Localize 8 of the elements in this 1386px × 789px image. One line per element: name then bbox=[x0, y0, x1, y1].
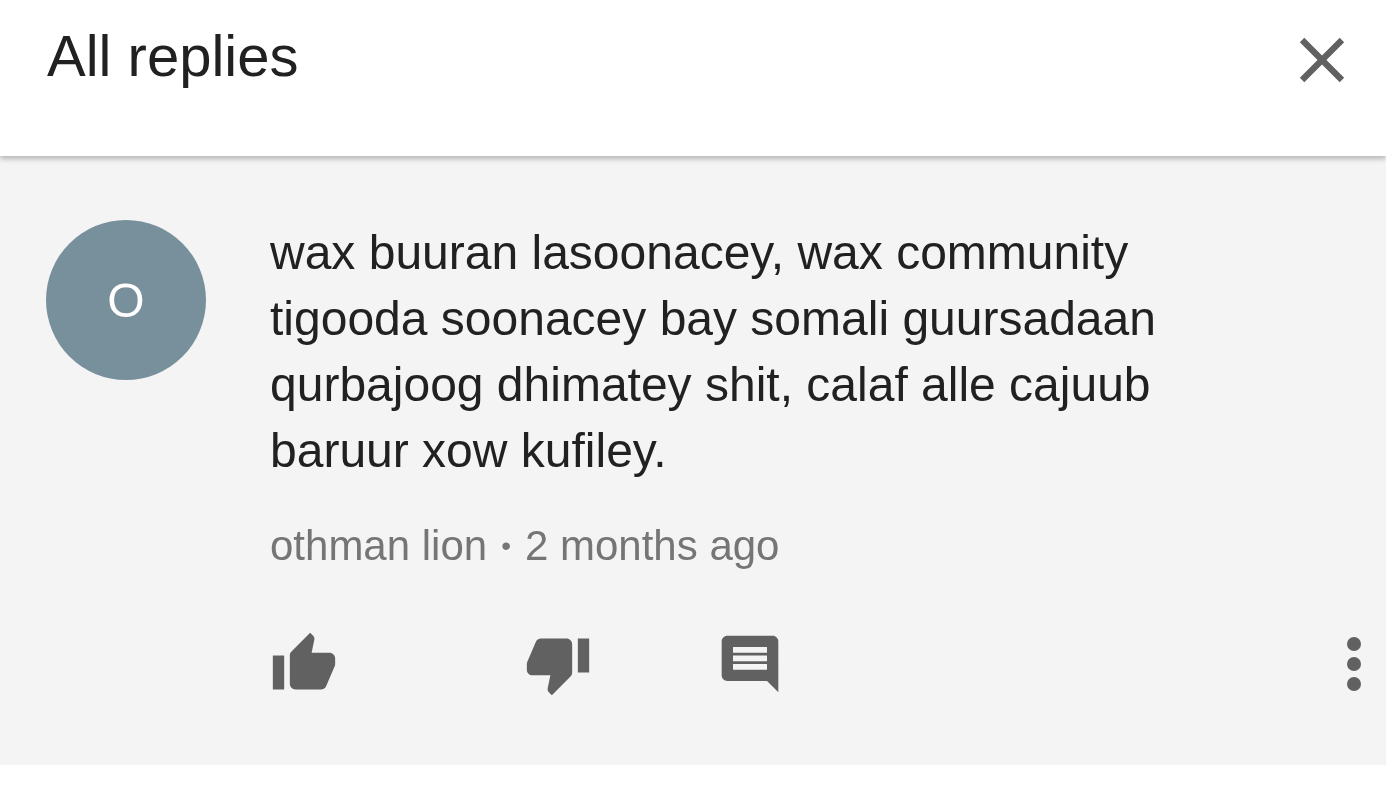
comment-text: wax buuran lasoonacey, wax community tigooda soonacey bay somali guursadaan qurbajoog dhimatey shit, calaf alle cajuub baruur xow kufiley. bbox=[270, 225, 1157, 479]
author-name[interactable]: othman lion bbox=[270, 522, 488, 570]
comment-time: 2 months ago bbox=[524, 522, 780, 570]
more-button[interactable] bbox=[1346, 636, 1362, 692]
more-icon bbox=[1346, 636, 1362, 692]
page-title: All replies bbox=[47, 22, 299, 89]
avatar: O bbox=[46, 220, 206, 380]
separator-dot: • bbox=[501, 530, 511, 562]
